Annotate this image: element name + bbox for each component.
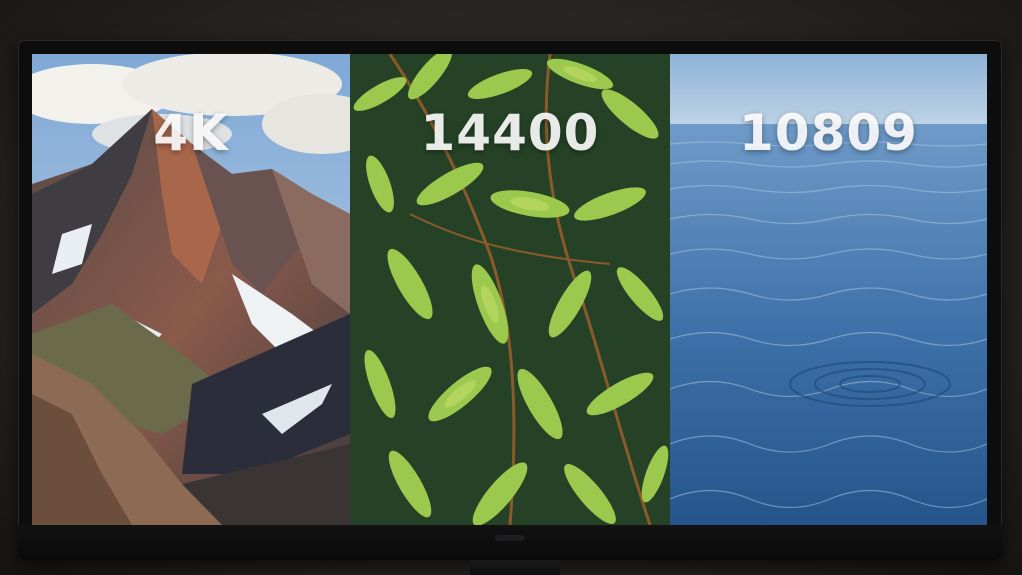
monitor-screen: 4K 14400 10809 xyxy=(32,54,987,525)
leaves-panel: 14400 xyxy=(350,54,670,525)
resolution-label-2: 14400 xyxy=(420,104,600,162)
brand-logo xyxy=(495,535,525,541)
monitor-stand xyxy=(470,560,560,575)
water-panel: 10809 xyxy=(670,54,987,525)
resolution-label-3: 10809 xyxy=(739,104,918,162)
mountain-panel: 4K xyxy=(32,54,350,525)
resolution-label-1: 4K xyxy=(153,104,229,162)
monitor: 4K 14400 10809 xyxy=(18,40,1002,560)
monitor-bezel xyxy=(18,525,1002,560)
photo-scene: 4K 14400 10809 xyxy=(0,0,1022,575)
